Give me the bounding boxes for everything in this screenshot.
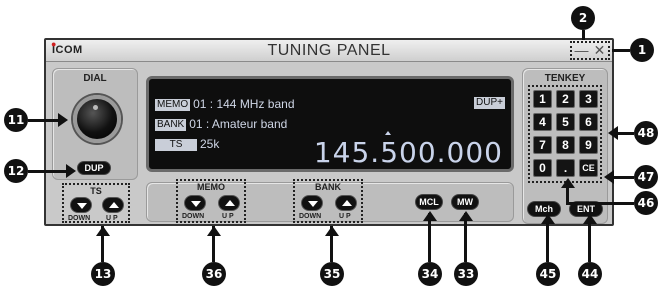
key-8[interactable]: 8 <box>556 136 575 154</box>
callout-12-arrow <box>66 164 76 178</box>
callout-35-arrow <box>325 226 339 236</box>
ts-down-label: DOWN <box>68 215 91 222</box>
callout-36-arrow <box>207 226 221 236</box>
minimize-button[interactable]: — <box>573 43 590 58</box>
callout-13: 13 <box>91 262 115 286</box>
callout-46-leader <box>566 202 634 205</box>
callout-45: 45 <box>536 262 560 286</box>
tuning-panel-window: ● ICOM TUNING PANEL — ✕ DIAL DUP MEMO 01 … <box>44 38 614 226</box>
dial-label: DIAL <box>83 73 107 84</box>
close-button[interactable]: ✕ <box>591 43 608 58</box>
key-2[interactable]: 2 <box>556 90 575 108</box>
memo-up-label: U P <box>222 213 234 220</box>
window-controls: — ✕ <box>570 41 610 60</box>
ts-down-button[interactable] <box>70 197 92 213</box>
tenkey-keypad: 1 2 3 4 5 6 7 8 9 0 . CE <box>528 85 602 183</box>
callout-12: 12 <box>4 159 28 183</box>
memo-row: MEMO 01 : 144 MHz band <box>155 97 295 111</box>
memo-tag: MEMO <box>155 99 191 111</box>
ts-label: TS <box>90 186 102 196</box>
callout-11-leader <box>28 119 60 122</box>
bank-group: BANK DOWN U P <box>293 179 363 223</box>
memo-up-button[interactable] <box>218 195 240 211</box>
callout-1-leader <box>612 49 630 52</box>
ts-row: TS 25k <box>155 137 219 151</box>
memo-text: 01 : 144 MHz band <box>193 97 295 111</box>
key-5[interactable]: 5 <box>556 113 575 131</box>
dial-knob[interactable] <box>73 95 121 143</box>
callout-36: 36 <box>202 262 226 286</box>
bank-down-button[interactable] <box>301 195 323 211</box>
bank-up-button[interactable] <box>335 195 357 211</box>
callout-35: 35 <box>320 262 344 286</box>
callout-13-arrow <box>96 226 110 236</box>
ts-group: TS DOWN U P <box>62 183 130 223</box>
callout-44: 44 <box>578 262 602 286</box>
key-6[interactable]: 6 <box>579 113 598 131</box>
bank-down-label: DOWN <box>299 213 322 220</box>
mw-button[interactable]: MW <box>451 194 479 210</box>
frequency-readout: 145.500.000 <box>313 136 503 169</box>
callout-1: 1 <box>630 38 654 62</box>
ts-tag: TS <box>155 139 197 151</box>
callout-11-arrow <box>58 113 68 127</box>
arrow-up-icon <box>225 200 235 206</box>
arrow-down-icon <box>77 203 87 209</box>
window-title: TUNING PANEL <box>267 42 391 59</box>
memo-down-label: DOWN <box>182 213 205 220</box>
callout-46: 46 <box>634 191 658 215</box>
bank-up-label: U P <box>339 213 351 220</box>
dup-button[interactable]: DUP <box>77 161 111 175</box>
mcl-button[interactable]: MCL <box>415 194 443 210</box>
key-0[interactable]: 0 <box>533 159 552 177</box>
memo-group: MEMO DOWN U P <box>176 179 246 223</box>
callout-11: 11 <box>4 108 28 132</box>
tenkey-panel: TENKEY 1 2 3 4 5 6 7 8 9 0 . CE Mch ENT <box>522 68 608 224</box>
arrow-up-icon <box>342 200 352 206</box>
ts-text: 25k <box>200 137 220 151</box>
arrow-up-icon <box>109 202 119 208</box>
callout-47-leader <box>614 176 634 179</box>
callout-45-arrow <box>541 214 555 224</box>
title-bar[interactable]: ● ICOM TUNING PANEL — ✕ <box>46 39 612 62</box>
frequency-caret <box>385 131 391 135</box>
dup-indicator: DUP+ <box>474 97 505 109</box>
memo-down-button[interactable] <box>184 195 206 211</box>
key-3[interactable]: 3 <box>579 90 598 108</box>
lcd-display: MEMO 01 : 144 MHz band DUP+ BANK 01 : Amat… <box>146 76 514 172</box>
callout-47-arrow <box>604 170 614 184</box>
callout-47: 47 <box>634 165 658 189</box>
key-1[interactable]: 1 <box>533 90 552 108</box>
callout-46-arrow <box>561 178 575 188</box>
dial-indicator-dot <box>93 105 98 110</box>
bank-text: 01 : Amateur band <box>189 117 288 131</box>
callout-46-leader-vertical <box>566 186 569 204</box>
callout-2: 2 <box>571 6 595 30</box>
callout-48-arrow <box>608 126 618 140</box>
arrow-down-icon <box>191 201 201 207</box>
ts-up-button[interactable] <box>102 197 124 213</box>
callout-34-arrow <box>423 211 437 221</box>
callout-33: 33 <box>454 262 478 286</box>
key-dot[interactable]: . <box>556 159 575 177</box>
key-ce[interactable]: CE <box>579 159 598 177</box>
callout-48: 48 <box>634 121 658 145</box>
callout-34: 34 <box>418 262 442 286</box>
callout-33-arrow <box>459 211 473 221</box>
memo-label: MEMO <box>197 182 225 192</box>
ts-up-label: U P <box>106 215 118 222</box>
callout-12-leader <box>28 170 68 173</box>
bank-tag: BANK <box>155 119 187 131</box>
bank-row: BANK 01 : Amateur band <box>155 117 287 131</box>
tenkey-label: TENKEY <box>544 73 586 84</box>
callout-2-leader <box>582 30 585 40</box>
callout-48-leader <box>616 132 634 135</box>
key-4[interactable]: 4 <box>533 113 552 131</box>
arrow-down-icon <box>308 201 318 207</box>
callout-44-arrow <box>583 214 597 224</box>
key-9[interactable]: 9 <box>579 136 598 154</box>
key-7[interactable]: 7 <box>533 136 552 154</box>
bank-label: BANK <box>315 182 341 192</box>
